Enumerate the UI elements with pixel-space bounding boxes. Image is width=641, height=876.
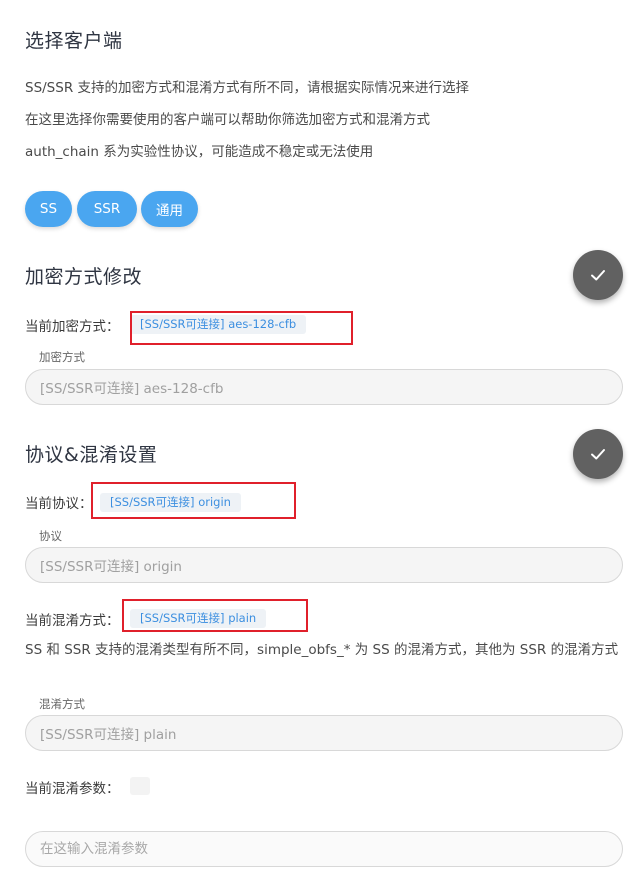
encryption-field-label: 加密方式	[39, 350, 85, 364]
check-icon	[591, 270, 605, 281]
protocol-section-title: 协议&混淆设置	[25, 444, 158, 466]
client-ssr-button[interactable]: SSR	[77, 191, 137, 227]
client-ss-button[interactable]: SS	[25, 191, 72, 227]
current-obfs-param-label: 当前混淆参数：	[25, 781, 120, 797]
obfs-select[interactable]	[25, 715, 623, 751]
encryption-save-button[interactable]	[573, 250, 623, 300]
client-desc-1: SS/SSR 支持的加密方式和混淆方式有所不同，请根据实际情况来进行选择	[25, 80, 469, 96]
obfs-field-label: 混淆方式	[39, 697, 85, 711]
current-obfs-label: 当前混淆方式：	[25, 613, 120, 629]
encryption-select[interactable]	[25, 369, 623, 405]
client-desc-2: 在这里选择你需要使用的客户端可以帮助你筛选加密方式和混淆方式	[25, 112, 430, 128]
highlight-box	[91, 482, 296, 519]
highlight-box	[122, 599, 308, 632]
client-universal-button[interactable]: 通用	[141, 191, 198, 227]
client-desc-3: auth_chain 系为实验性协议，可能造成不稳定或无法使用	[25, 144, 374, 160]
obfs-param-input[interactable]	[25, 831, 623, 867]
client-section-title: 选择客户端	[25, 30, 123, 52]
obfs-note: SS 和 SSR 支持的混淆类型有所不同，simple_obfs_* 为 SS …	[25, 642, 619, 658]
protocol-select[interactable]	[25, 547, 623, 583]
protocol-save-button[interactable]	[573, 429, 623, 479]
highlight-box	[130, 311, 353, 345]
current-encryption-label: 当前加密方式：	[25, 319, 120, 335]
check-icon	[591, 449, 605, 460]
protocol-field-label: 协议	[39, 529, 62, 543]
encryption-section-title: 加密方式修改	[25, 266, 143, 288]
current-obfs-param-tag	[130, 777, 150, 795]
current-protocol-label: 当前协议：	[25, 496, 93, 512]
